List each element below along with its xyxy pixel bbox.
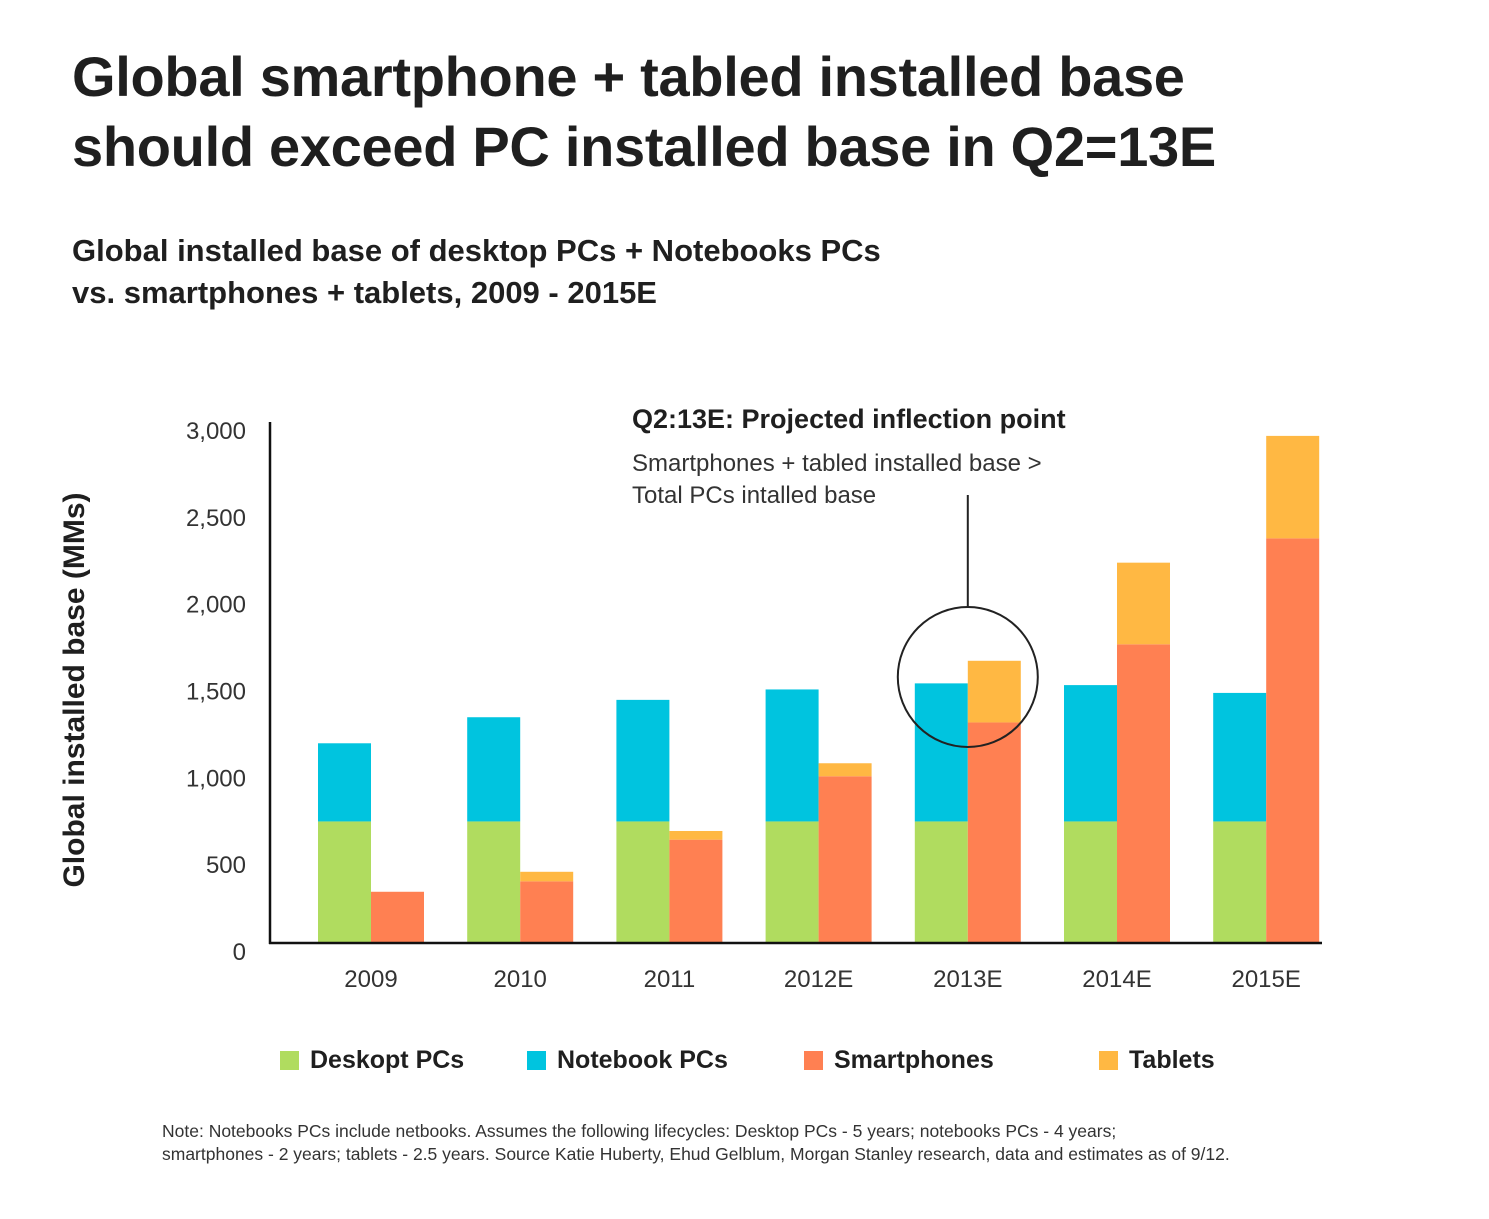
footnote-line-2: smartphones - 2 years; tablets - 2.5 yea… <box>162 1144 1230 1164</box>
legend-label-notebook: Notebook PCs <box>557 1046 728 1074</box>
x-tick-label: 2014E <box>1082 966 1151 993</box>
bar-deskopt-pcs-2010 <box>467 821 521 943</box>
annotation-title: Q2:13E: Projected inflection point <box>632 404 1066 434</box>
bar-notebook-pcs-2010 <box>467 717 521 822</box>
legend-swatch-tablets <box>1099 1051 1118 1070</box>
bar-smartphones-2014e <box>1117 644 1170 943</box>
bar-notebook-pcs-2013e <box>914 683 968 822</box>
bar-smartphones-2009 <box>371 891 424 943</box>
legend-label-desktop: Deskopt PCs <box>310 1046 465 1074</box>
legend-swatch-notebook <box>527 1051 546 1070</box>
bar-deskopt-pcs-2014e <box>1064 821 1117 943</box>
bar-smartphones-2010 <box>520 881 574 943</box>
legend-item-desktop: Deskopt PCs <box>280 1046 464 1075</box>
legend: Deskopt PCs Notebook PCs Smartphones Tab… <box>0 1046 1489 1086</box>
footnote: Note: Notebooks PCs include netbooks. As… <box>162 1120 1230 1166</box>
bar-smartphones-2015e <box>1266 538 1320 943</box>
bar-smartphones-2013e <box>967 722 1021 943</box>
annotation-text-line-2: Total PCs intalled base <box>632 482 876 509</box>
bar-smartphones-2011 <box>669 839 723 943</box>
bar-deskopt-pcs-2009 <box>318 821 371 943</box>
bar-tablets-2015e <box>1266 435 1320 539</box>
x-tick-label: 2009 <box>344 966 397 993</box>
y-tick-label: 500 <box>206 852 246 879</box>
legend-swatch-desktop <box>280 1051 299 1070</box>
x-tick-label: 2010 <box>494 966 547 993</box>
legend-item-smartphones: Smartphones <box>804 1046 994 1075</box>
legend-swatch-smartphones <box>804 1051 823 1070</box>
y-tick-labels: 0 500 1,000 1,500 2,000 2,500 3,000 <box>186 418 246 966</box>
bar-deskopt-pcs-2015e <box>1213 821 1267 943</box>
bar-notebook-pcs-2012e <box>765 689 819 822</box>
x-tick-label: 2015E <box>1231 966 1300 993</box>
legend-item-notebook: Notebook PCs <box>527 1046 728 1075</box>
bar-notebook-pcs-2011 <box>616 699 670 822</box>
y-axis-label: Global installed base (MMs) <box>58 492 91 887</box>
bar-tablets-2010 <box>520 871 574 882</box>
bar-notebook-pcs-2015e <box>1213 692 1267 822</box>
bar-smartphones-2012e <box>818 776 872 943</box>
bar-tablets-2011 <box>669 830 723 840</box>
y-tick-label: 3,000 <box>186 418 246 445</box>
y-tick-label: 2,000 <box>186 592 246 619</box>
footnote-line-1: Note: Notebooks PCs include netbooks. As… <box>162 1121 1117 1141</box>
bar-notebook-pcs-2014e <box>1064 685 1117 822</box>
x-tick-label: 2011 <box>644 966 696 993</box>
y-tick-label: 1,500 <box>186 679 246 706</box>
bars-layer <box>318 435 1320 943</box>
bar-tablets-2014e <box>1117 562 1170 645</box>
bar-tablets-2013e <box>967 660 1021 723</box>
bar-notebook-pcs-2009 <box>318 743 371 822</box>
y-tick-label: 0 <box>233 939 246 966</box>
legend-label-tablets: Tablets <box>1129 1046 1215 1074</box>
annotation-text-line-1: Smartphones + tabled installed base > <box>632 450 1042 477</box>
x-tick-labels: 2009 2010 2011 2012E 2013E 2014E 2015E <box>344 966 1301 993</box>
stacked-bar-chart: 05001,0001,5002,0002,5003,000 2009 2010 20… <box>58 404 1322 993</box>
y-tick-label: 2,500 <box>186 505 246 532</box>
bar-deskopt-pcs-2013e <box>914 821 968 943</box>
bar-deskopt-pcs-2012e <box>765 821 819 943</box>
legend-item-tablets: Tablets <box>1099 1046 1215 1075</box>
x-tick-label: 2013E <box>933 966 1002 993</box>
y-tick-label: 1,000 <box>186 765 246 792</box>
x-tick-label: 2012E <box>784 966 853 993</box>
bar-deskopt-pcs-2011 <box>616 821 670 943</box>
legend-label-smartphones: Smartphones <box>834 1046 994 1074</box>
bar-tablets-2012e <box>818 763 872 777</box>
